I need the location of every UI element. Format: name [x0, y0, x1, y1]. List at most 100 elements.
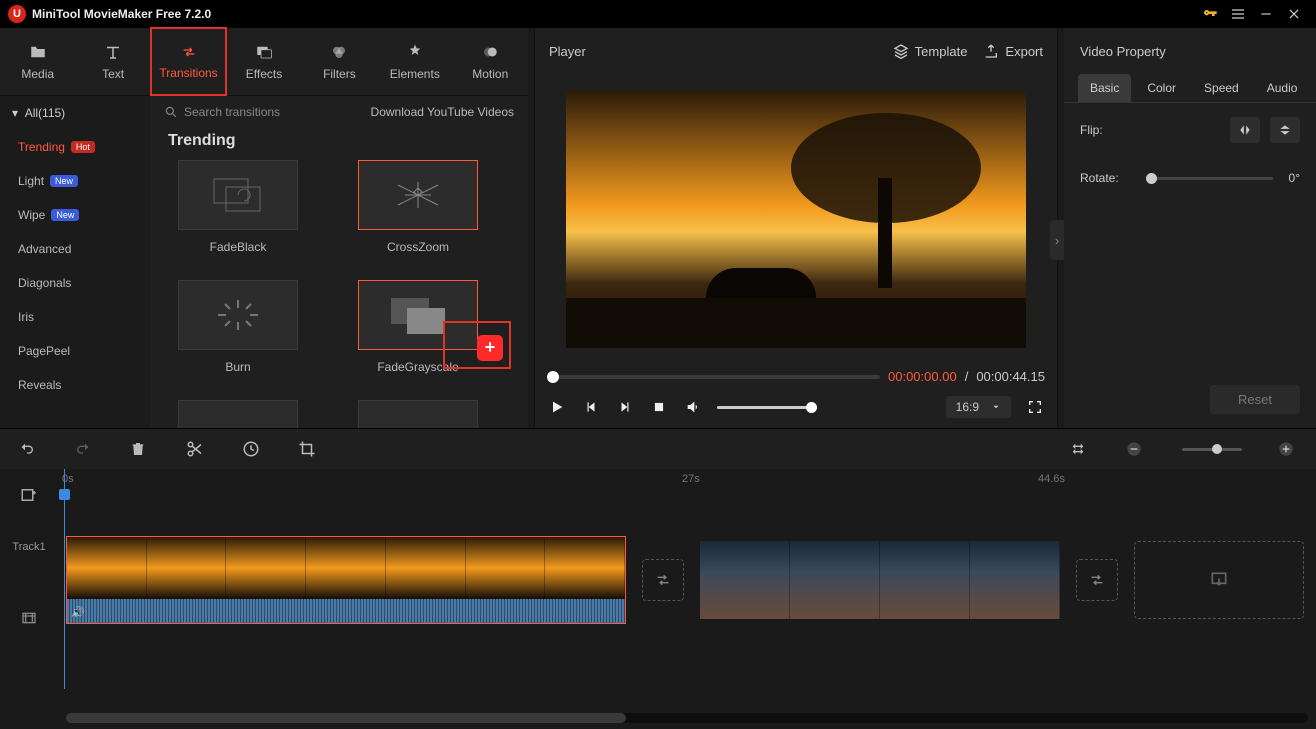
rotate-value: 0° [1289, 171, 1300, 185]
app-logo: U [8, 5, 26, 23]
playhead[interactable] [64, 469, 65, 689]
menu-icon[interactable] [1224, 0, 1252, 28]
volume-button[interactable] [683, 397, 703, 417]
transition-fadegrayscale[interactable]: + FadeGrayscale [348, 280, 488, 374]
tree-silhouette [776, 108, 996, 288]
titlebar: U MiniTool MovieMaker Free 7.2.0 [0, 0, 1316, 28]
category-list: ▾ All(115) Trending Hot Light New Wipe N… [0, 96, 150, 428]
volume-slider[interactable] [717, 406, 817, 409]
category-trending[interactable]: Trending Hot [0, 130, 150, 164]
speaker-icon: 🔊 [71, 606, 85, 619]
close-button[interactable] [1280, 0, 1308, 28]
track1-label: Track1 [12, 521, 45, 573]
transition-extra1[interactable] [168, 400, 308, 428]
tab-label: Elements [390, 67, 440, 81]
property-tabs: Basic Color Speed Audio [1064, 74, 1316, 103]
tab-transitions[interactable]: Transitions [151, 28, 226, 95]
category-pagepeel[interactable]: PagePeel [0, 334, 150, 368]
property-tab-basic[interactable]: Basic [1078, 74, 1131, 102]
reset-button[interactable]: Reset [1210, 385, 1300, 414]
redo-button[interactable] [74, 441, 94, 457]
timeline-toolbar [0, 429, 1316, 469]
transition-crosszoom[interactable]: CrossZoom [348, 160, 488, 254]
add-transition-button[interactable]: + [477, 335, 503, 361]
tab-filters[interactable]: Filters [302, 28, 377, 95]
aspect-ratio-select[interactable]: 16:9 [946, 396, 1011, 418]
prev-frame-button[interactable] [581, 397, 601, 417]
split-button[interactable] [186, 440, 206, 458]
tab-media[interactable]: Media [0, 28, 75, 95]
category-iris[interactable]: Iris [0, 300, 150, 334]
tab-label: Motion [472, 67, 508, 81]
badge-new: New [51, 209, 79, 221]
zoom-slider[interactable] [1182, 448, 1242, 451]
rotate-label: Rotate: [1080, 171, 1130, 185]
next-frame-button[interactable] [615, 397, 635, 417]
category-advanced[interactable]: Advanced [0, 232, 150, 266]
property-panel: Video Property Basic Color Speed Audio F… [1064, 28, 1316, 428]
grid-title: Trending [150, 128, 528, 160]
minimize-button[interactable] [1252, 0, 1280, 28]
property-tab-audio[interactable]: Audio [1255, 74, 1310, 102]
drop-clip-zone[interactable] [1134, 541, 1304, 619]
timeline-scrollbar[interactable] [66, 713, 1308, 723]
download-icon [351, 105, 365, 119]
property-tab-color[interactable]: Color [1135, 74, 1188, 102]
video-track-icon [20, 573, 38, 663]
template-button[interactable]: Template [893, 43, 968, 59]
fullscreen-button[interactable] [1025, 397, 1045, 417]
clip-2[interactable] [700, 541, 1060, 619]
license-key-icon[interactable] [1196, 0, 1224, 28]
category-reveals[interactable]: Reveals [0, 368, 150, 402]
transition-slot-1[interactable] [642, 559, 684, 601]
undo-button[interactable] [18, 441, 38, 457]
category-all[interactable]: ▾ All(115) [0, 96, 150, 130]
flip-label: Flip: [1080, 123, 1130, 137]
tab-label: Transitions [159, 66, 217, 80]
zoom-in-button[interactable] [1278, 441, 1298, 457]
export-icon [983, 43, 999, 59]
fit-button[interactable] [1070, 441, 1090, 457]
delete-button[interactable] [130, 440, 150, 458]
category-wipe[interactable]: Wipe New [0, 198, 150, 232]
transition-burn[interactable]: Burn [168, 280, 308, 374]
chevron-down-icon [991, 402, 1001, 412]
flip-vertical-button[interactable] [1270, 117, 1300, 143]
tab-motion[interactable]: Motion [453, 28, 528, 95]
clip-1[interactable]: 🔊 [66, 536, 626, 624]
stop-button[interactable] [649, 397, 669, 417]
zoom-out-button[interactable] [1126, 441, 1146, 457]
timeline-track-headers: Track1 [0, 469, 58, 729]
tab-effects[interactable]: Effects [226, 28, 301, 95]
download-youtube-link[interactable]: Download YouTube Videos [351, 105, 514, 119]
tab-label: Text [102, 67, 124, 81]
add-track-button[interactable] [20, 469, 38, 521]
category-light[interactable]: Light New [0, 164, 150, 198]
timeline-tracks[interactable]: 0s 27s 44.6s 🔊 [58, 469, 1316, 729]
tab-text[interactable]: Text [75, 28, 150, 95]
tab-label: Media [21, 67, 54, 81]
property-tab-speed[interactable]: Speed [1192, 74, 1251, 102]
search-input[interactable]: Search transitions [164, 105, 337, 119]
speed-button[interactable] [242, 440, 262, 458]
transition-extra2[interactable] [348, 400, 488, 428]
panel-collapse-handle[interactable]: › [1050, 220, 1064, 260]
timeline-ruler[interactable]: 0s 27s 44.6s [58, 469, 1316, 495]
preview-frame [566, 90, 1026, 348]
transition-slot-2[interactable] [1076, 559, 1118, 601]
tab-elements[interactable]: Elements [377, 28, 452, 95]
crop-button[interactable] [298, 440, 318, 458]
category-diagonals[interactable]: Diagonals [0, 266, 150, 300]
seek-bar[interactable] [547, 375, 880, 379]
timeline-panel: Track1 0s 27s 44.6s 🔊 [0, 428, 1316, 728]
transition-fadeblack[interactable]: FadeBlack [168, 160, 308, 254]
search-icon [164, 105, 178, 119]
play-button[interactable] [547, 397, 567, 417]
rotate-slider[interactable] [1146, 177, 1273, 180]
player-title: Player [549, 44, 586, 59]
export-button[interactable]: Export [983, 43, 1043, 59]
tab-label: Effects [246, 67, 282, 81]
badge-new: New [50, 175, 78, 187]
flip-horizontal-button[interactable] [1230, 117, 1260, 143]
main-tabs: Media Text Transitions Effects Filters E… [0, 28, 528, 96]
